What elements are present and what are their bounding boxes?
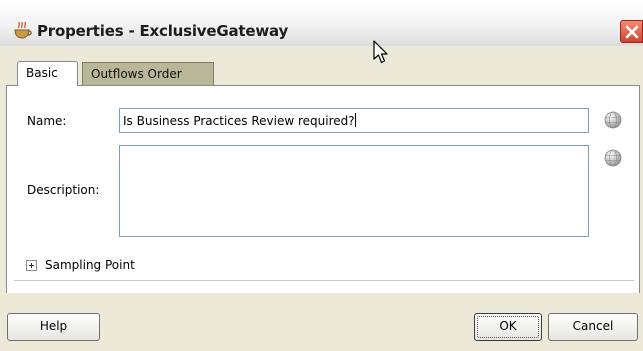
name-input[interactable]: Is Business Practices Review required? [119,108,589,133]
globe-icon[interactable] [603,110,623,130]
focus-ring [477,316,539,338]
description-textarea[interactable] [119,145,589,237]
name-input-value: Is Business Practices Review required? [123,114,355,128]
sampling-point-label[interactable]: Sampling Point [45,258,135,272]
name-label: Name: [27,114,67,128]
ok-button[interactable]: OK [474,313,542,341]
text-caret [354,113,356,127]
help-button[interactable]: Help [7,313,100,341]
oracle-cup-icon [14,21,32,39]
properties-dialog: Properties - ExclusiveGateway Outflows O… [0,0,643,351]
close-button[interactable] [620,20,643,43]
globe-icon[interactable] [603,148,623,168]
cancel-button[interactable]: Cancel [548,313,638,341]
close-icon [625,25,639,39]
expand-plus-icon[interactable] [26,260,37,271]
mouse-pointer-icon [373,40,388,64]
section-divider [14,280,634,281]
tab-outflows-order[interactable]: Outflows Order [82,62,214,85]
tab-basic[interactable]: Basic [17,61,78,86]
window-title: Properties - ExclusiveGateway [37,22,289,40]
title-bar[interactable]: Properties - ExclusiveGateway [0,0,643,47]
description-label: Description: [27,183,100,197]
